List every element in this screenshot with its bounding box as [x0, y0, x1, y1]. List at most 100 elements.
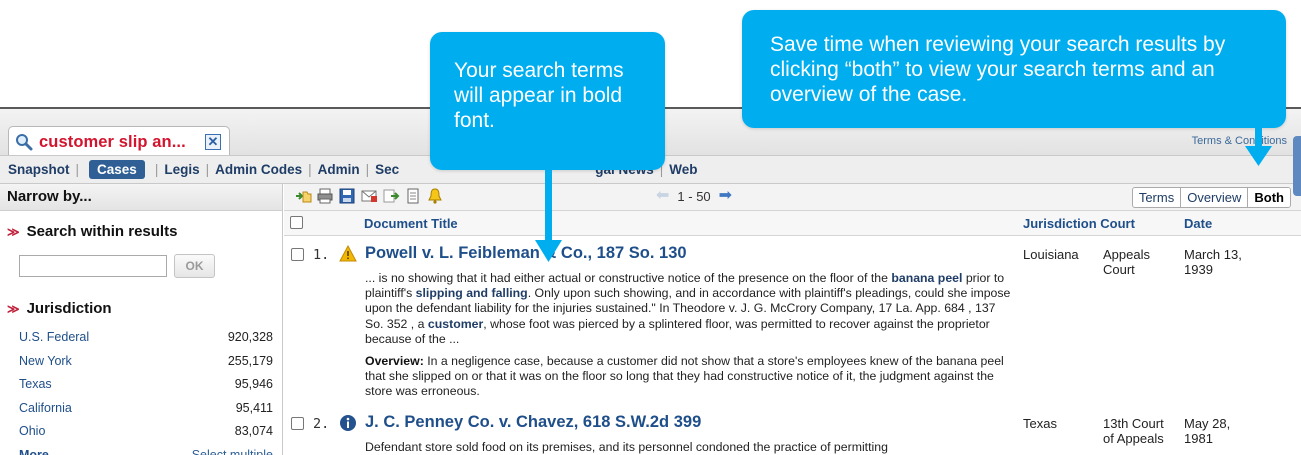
nav-separator: | [154, 162, 159, 177]
result-title-link[interactable]: J. C. Penney Co. v. Chavez, 618 S.W.2d 3… [365, 413, 701, 432]
more-row: More Select multiple [0, 444, 282, 455]
result-date: May 28, 1981 [1184, 416, 1230, 446]
scrollbar-thumb[interactable] [1293, 136, 1301, 196]
nav-admin[interactable]: Admin [318, 162, 360, 177]
jurisdiction-item[interactable]: California 95,411 [0, 397, 282, 421]
result-snippet: ... is no showing that it had either act… [365, 271, 1015, 347]
search-term-highlight: slipping and falling [415, 286, 528, 301]
view-toggle: Terms Overview Both [1131, 187, 1291, 208]
court-line: 13th Court [1103, 416, 1164, 431]
jurisdiction-header[interactable]: ≫ Jurisdiction [0, 300, 282, 317]
print-icon[interactable] [316, 187, 334, 205]
select-multiple-link[interactable]: Select multiple [192, 444, 273, 455]
nav-cases[interactable]: Cases [89, 160, 145, 179]
nav-web[interactable]: Web [669, 162, 697, 177]
result-checkbox[interactable] [291, 417, 304, 430]
nav-separator: | [75, 162, 80, 177]
save-icon[interactable] [338, 187, 356, 205]
result-checkbox[interactable] [291, 248, 304, 261]
jurisdiction-count: 95,946 [234, 377, 273, 391]
search-tab[interactable]: customer slip an... ✕ [8, 126, 230, 157]
result-number: 1. [313, 247, 330, 263]
date-line: 1939 [1184, 262, 1213, 277]
narrow-by-sidebar: Narrow by... ≫ Search within results OK … [0, 184, 283, 455]
expand-folder-icon[interactable] [294, 187, 312, 205]
result-court: 13th Court of Appeals [1103, 416, 1164, 446]
result-title-link[interactable]: Powell v. L. Feibleman & Co., 187 So. 13… [365, 244, 687, 263]
search-within-title: Search within results [26, 223, 178, 240]
jurisdiction-count: 83,074 [234, 424, 273, 438]
jurisdiction-name[interactable]: Texas [19, 373, 52, 397]
jurisdiction-count: 255,179 [227, 353, 273, 368]
court-line: Court [1103, 262, 1135, 277]
col-date[interactable]: Date [1184, 216, 1212, 231]
results-toolbar: ⬅ 1 - 50 ➡ Terms Overview Both [284, 184, 1301, 211]
search-icon [16, 134, 33, 151]
search-within-input[interactable] [19, 255, 167, 277]
result-court: Appeals Court [1103, 247, 1150, 277]
nav-separator: | [308, 162, 312, 177]
search-within-header[interactable]: ≫ Search within results [0, 223, 282, 240]
jurisdiction-item[interactable]: Texas 95,946 [0, 373, 282, 397]
result-jurisdiction: Louisiana [1023, 247, 1079, 262]
info-circle-icon[interactable] [339, 414, 357, 432]
column-headers: Document Title Jurisdiction Court Date [284, 211, 1301, 236]
callout-bold-terms: Your search terms will appear in bold fo… [430, 32, 665, 170]
jurisdiction-item[interactable]: Ohio 83,074 [0, 420, 282, 444]
nav-snapshot[interactable]: Snapshot [8, 162, 70, 177]
nav-separator: | [205, 162, 210, 177]
search-term-highlight: customer [427, 316, 484, 331]
court-line: Appeals [1103, 247, 1150, 262]
result-jurisdiction: Texas [1023, 416, 1057, 431]
result-overview: Overview: In a negligence case, because … [365, 354, 1015, 400]
more-link[interactable]: More [19, 444, 49, 455]
jurisdiction-name[interactable]: California [19, 397, 72, 421]
date-line: May 28, [1184, 416, 1231, 431]
results-pane: ⬅ 1 - 50 ➡ Terms Overview Both Document … [284, 184, 1301, 455]
view-overview-button[interactable]: Overview [1181, 188, 1249, 207]
ok-button[interactable]: OK [174, 254, 215, 278]
terms-conditions-link[interactable]: Terms & Conditions [1192, 135, 1287, 147]
view-both-button[interactable]: Both [1248, 188, 1290, 207]
result-number: 2. [313, 416, 330, 432]
callout-both-view: Save time when reviewing your search res… [742, 10, 1286, 128]
export-icon[interactable] [382, 187, 400, 205]
double-chevron-down-icon: ≫ [7, 301, 20, 316]
search-tab-label: customer slip an... [39, 132, 186, 151]
jurisdiction-name[interactable]: U.S. Federal [19, 326, 89, 350]
col-document-title[interactable]: Document Title [364, 216, 458, 231]
email-icon[interactable] [360, 187, 378, 205]
next-page-icon[interactable]: ➡ [719, 188, 732, 204]
result-row: 2. J. C. Penney Co. v. Chavez, 618 S.W.2… [284, 413, 1301, 455]
col-jurisdiction-court[interactable]: Jurisdiction Court [1023, 216, 1135, 231]
pager-range: 1 - 50 [677, 188, 711, 204]
select-all-checkbox[interactable] [290, 216, 303, 229]
result-row: 1. Powell v. L. Feibleman & Co., 187 So.… [284, 244, 1301, 409]
overview-label: Overview: [365, 354, 424, 368]
alert-bell-icon[interactable] [426, 187, 444, 205]
prev-page-icon[interactable]: ⬅ [656, 188, 669, 204]
jurisdiction-name[interactable]: New York [19, 350, 72, 374]
overview-text: In a negligence case, because a customer… [365, 354, 1004, 399]
toolbar-icons [294, 187, 444, 205]
search-within-row: OK [19, 254, 282, 278]
double-chevron-down-icon: ≫ [7, 224, 20, 239]
jurisdiction-name[interactable]: Ohio [19, 420, 45, 444]
nav-sec[interactable]: Sec [375, 162, 399, 177]
view-terms-button[interactable]: Terms [1133, 188, 1182, 207]
nav-admin-codes[interactable]: Admin Codes [215, 162, 302, 177]
snippet-text: ... is no showing that it had either act… [365, 271, 892, 285]
date-line: March 13, [1184, 247, 1242, 262]
document-icon[interactable] [404, 187, 422, 205]
result-snippet: Defendant store sold food on its premise… [365, 440, 888, 454]
result-date: March 13, 1939 [1184, 247, 1242, 277]
jurisdiction-item[interactable]: New York 255,179 [0, 350, 282, 374]
search-term-highlight: banana peel [891, 271, 963, 285]
date-line: 1981 [1184, 431, 1213, 446]
jurisdiction-item[interactable]: U.S. Federal 920,328 [0, 326, 282, 350]
jurisdiction-list: U.S. Federal 920,328 New York 255,179 Te… [0, 326, 282, 455]
nav-legis[interactable]: Legis [164, 162, 199, 177]
close-tab-icon[interactable]: ✕ [205, 134, 221, 150]
narrow-by-header: Narrow by... [0, 184, 282, 211]
warning-triangle-icon[interactable] [339, 245, 357, 263]
